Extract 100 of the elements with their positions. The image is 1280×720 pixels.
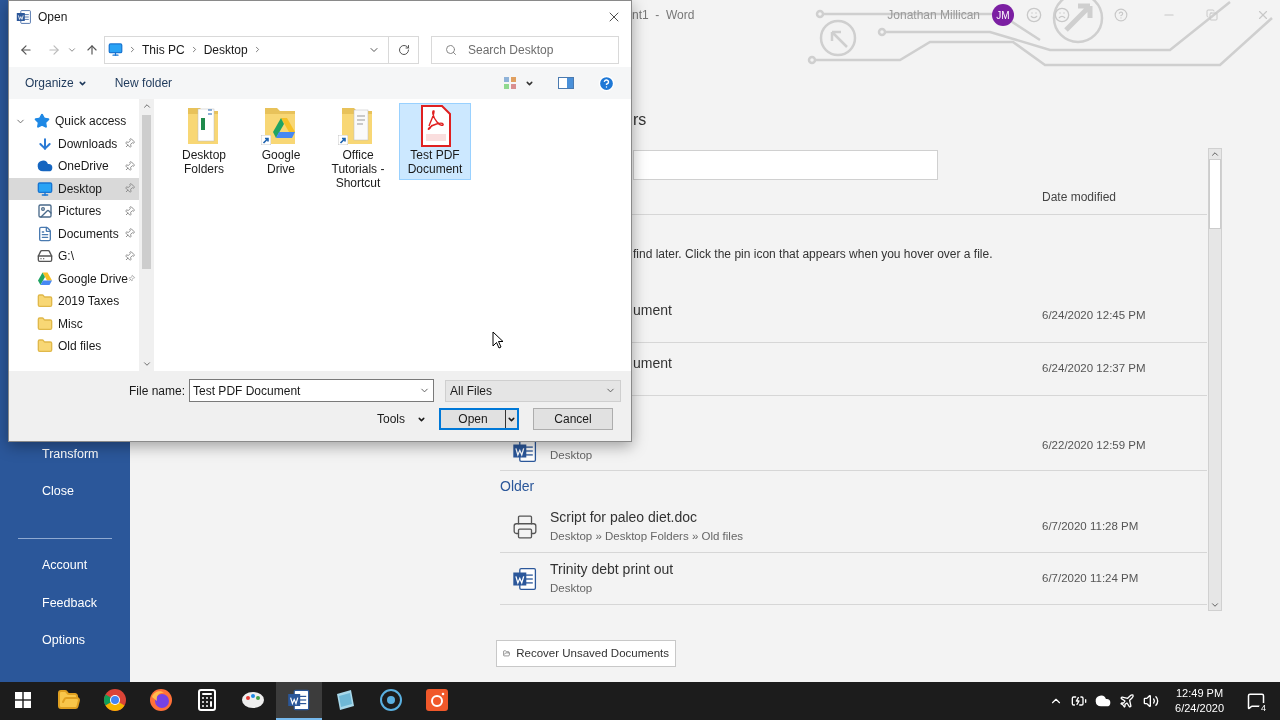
sidebar-item[interactable]: Options	[0, 622, 130, 660]
recover-button[interactable]: Recover Unsaved Documents	[496, 640, 676, 667]
cloud-icon[interactable]	[1095, 693, 1112, 709]
scrollbar[interactable]	[1208, 148, 1222, 611]
nav-item[interactable]: OneDrive	[9, 155, 139, 178]
breadcrumb[interactable]: Desktop	[203, 40, 248, 59]
file-name: ument	[633, 353, 673, 373]
breadcrumb-separator-icon[interactable]	[128, 45, 137, 54]
new-folder-button[interactable]: New folder	[114, 74, 173, 92]
scroll-up-icon[interactable]	[141, 101, 152, 111]
notifications-button[interactable]: 4	[1244, 689, 1268, 713]
nav-item[interactable]: Google Drive	[9, 267, 139, 290]
window-title: nt1 - Word	[632, 7, 695, 24]
file-location: Desktop » Desktop Folders » Old files	[550, 529, 745, 545]
breadcrumb[interactable]: This PC	[142, 40, 185, 59]
view-options-icon[interactable]	[503, 76, 517, 90]
scroll-down-icon[interactable]	[1210, 600, 1220, 610]
file-date: 6/7/2020 11:24 PM	[1042, 570, 1140, 586]
user-name: Jonathan Millican	[887, 7, 980, 24]
file-date: 6/22/2020 12:59 PM	[1042, 437, 1147, 453]
file-date: 6/7/2020 11:28 PM	[1042, 518, 1140, 534]
firefox-icon	[149, 688, 173, 712]
group-heading: Older	[500, 476, 536, 496]
volume-icon[interactable]	[1143, 693, 1160, 709]
folder-icon	[57, 688, 81, 712]
up-icon[interactable]	[85, 42, 99, 57]
hint-text: find later. Click the pin icon that appears when you hover over a file.	[633, 246, 994, 263]
download-icon	[37, 135, 53, 152]
calculator-icon	[195, 688, 219, 712]
word-icon	[16, 8, 32, 25]
file-item[interactable]: Desktop Folders	[168, 103, 240, 180]
nav-item[interactable]: Documents	[9, 222, 139, 245]
notification-icon	[1247, 692, 1265, 710]
search-field[interactable]	[633, 150, 938, 180]
word-document-icon	[512, 565, 538, 592]
scrollbar-thumb[interactable]	[1209, 159, 1221, 229]
document-icon	[37, 225, 53, 242]
camera-icon	[425, 688, 449, 712]
nav-item[interactable]: Pictures	[9, 200, 139, 223]
folder-icon	[37, 315, 53, 332]
battery-icon[interactable]	[1071, 693, 1088, 709]
nav-item[interactable]: Misc	[9, 312, 139, 335]
triangle-logo-icon	[37, 270, 53, 287]
recent-file-row[interactable]: Script for paleo diet.doc Desktop » Desktop Folders » Old files 6/7/2020 11:28 PM	[500, 501, 1207, 553]
organize-button[interactable]: Organize	[25, 74, 87, 92]
column-header[interactable]: Date modified	[1042, 188, 1207, 206]
sidebar-item[interactable]: Close	[0, 473, 130, 510]
file-name: Trinity debt print out	[550, 560, 675, 580]
address-bar[interactable]: This PC Desktop	[104, 35, 419, 64]
file-date: 6/24/2020 12:37 PM	[1042, 361, 1147, 377]
file-location: Desktop	[550, 581, 594, 597]
file-date: 6/24/2020 12:45 PM	[1042, 308, 1147, 324]
file-name-field[interactable]: Test PDF Document	[189, 379, 435, 402]
refresh-icon[interactable]	[397, 43, 410, 56]
cancel-button[interactable]: Cancel	[533, 408, 613, 430]
sidebar-item[interactable]: Feedback	[0, 584, 130, 622]
dialog-title: Open	[38, 8, 68, 26]
chrome-icon	[103, 688, 127, 712]
recent-file-row[interactable]: Trinity debt print out Desktop 6/7/2020 11:24 PM	[500, 553, 1207, 605]
file-type-select[interactable]: All Files	[445, 379, 622, 402]
drive-icon	[37, 248, 53, 265]
star-icon	[34, 113, 50, 130]
file-item[interactable]: Google Drive	[245, 103, 317, 180]
open-button[interactable]: Open	[439, 408, 519, 430]
computer-icon	[108, 42, 123, 57]
sidebar-item[interactable]: Account	[0, 547, 130, 585]
monitor-icon	[37, 180, 53, 197]
tools-button[interactable]: Tools	[377, 410, 426, 428]
taskbar-button[interactable]	[276, 682, 322, 720]
nav-item[interactable]: 2019 Taxes	[9, 290, 139, 313]
folder-icon	[37, 338, 53, 355]
nav-item[interactable]: G:\	[9, 245, 139, 268]
back-icon[interactable]	[19, 42, 33, 57]
preview-pane-icon[interactable]	[558, 77, 574, 89]
file-location: Desktop	[550, 447, 594, 463]
scrollbar[interactable]	[139, 99, 154, 371]
record-icon	[379, 688, 403, 712]
printer-icon	[512, 513, 538, 540]
search-field[interactable]: Search Desktop	[431, 35, 619, 64]
folder-icon	[37, 293, 53, 310]
windows-icon	[15, 692, 31, 708]
file-name: ument	[633, 300, 673, 320]
search-icon	[445, 43, 457, 56]
notification-count: 4	[1259, 703, 1268, 713]
nav-item[interactable]: Desktop	[9, 177, 139, 200]
nav-item[interactable]: Downloads	[9, 132, 139, 155]
sidebar-item[interactable]: Transform	[0, 436, 130, 473]
file-item[interactable]: Office Tutorials - Shortcut	[322, 103, 394, 194]
clock[interactable]: 12:49 PM 6/24/2020	[1175, 686, 1224, 716]
word-icon	[287, 688, 311, 712]
scroll-down-icon[interactable]	[141, 359, 152, 369]
nav-item[interactable]: Quick access	[9, 110, 139, 133]
picture-icon	[37, 203, 53, 220]
file-name-label: File name:	[129, 382, 186, 400]
scrollbar-thumb[interactable]	[142, 115, 151, 269]
nav-item[interactable]: Old files	[9, 335, 139, 358]
scroll-up-icon[interactable]	[1210, 149, 1220, 159]
file-item[interactable]: Test PDF Document	[399, 103, 471, 180]
airplane-icon[interactable]	[1119, 693, 1136, 709]
user-avatar[interactable]: JM	[992, 4, 1014, 26]
